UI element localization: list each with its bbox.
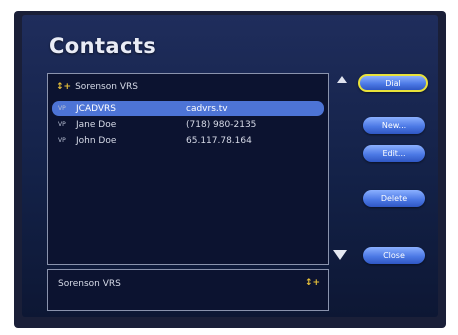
delete-button[interactable]: Delete (363, 190, 425, 207)
contact-address: cadvrs.tv (186, 103, 228, 114)
page-title: Contacts (49, 34, 157, 58)
videophone-icon: VP (58, 137, 66, 144)
list-header: ↕+ Sorenson VRS (56, 80, 138, 94)
detail-name: Sorenson VRS (58, 279, 121, 289)
scroll-down-arrow-icon[interactable] (333, 250, 347, 260)
videophone-icon: VP (58, 121, 66, 128)
selected-contact-detail: Sorenson VRS ↕+ (47, 269, 329, 311)
sorenson-logo-icon: ↕+ (304, 278, 320, 288)
list-item[interactable]: VP John Doe 65.117.78.164 (52, 133, 324, 148)
sorenson-logo-icon: ↕+ (56, 82, 72, 92)
contact-list[interactable]: ↕+ Sorenson VRS VP JCADVRS cadvrs.tv VP … (47, 73, 329, 265)
contact-address: 65.117.78.164 (186, 135, 252, 146)
new-button[interactable]: New... (363, 117, 425, 134)
scroll-up-arrow-icon[interactable] (337, 76, 347, 83)
list-item[interactable]: VP JCADVRS cadvrs.tv (52, 101, 324, 116)
dial-button[interactable]: Dial (358, 74, 428, 92)
contact-name: Jane Doe (76, 119, 117, 130)
list-header-label: Sorenson VRS (75, 82, 138, 92)
contact-name: John Doe (76, 135, 117, 146)
list-item[interactable]: VP Jane Doe (718) 980-2135 (52, 117, 324, 132)
edit-button[interactable]: Edit... (363, 145, 425, 162)
contact-address: (718) 980-2135 (186, 119, 257, 130)
close-button[interactable]: Close (363, 247, 425, 264)
contact-name: JCADVRS (76, 103, 116, 114)
videophone-icon: VP (58, 105, 66, 112)
